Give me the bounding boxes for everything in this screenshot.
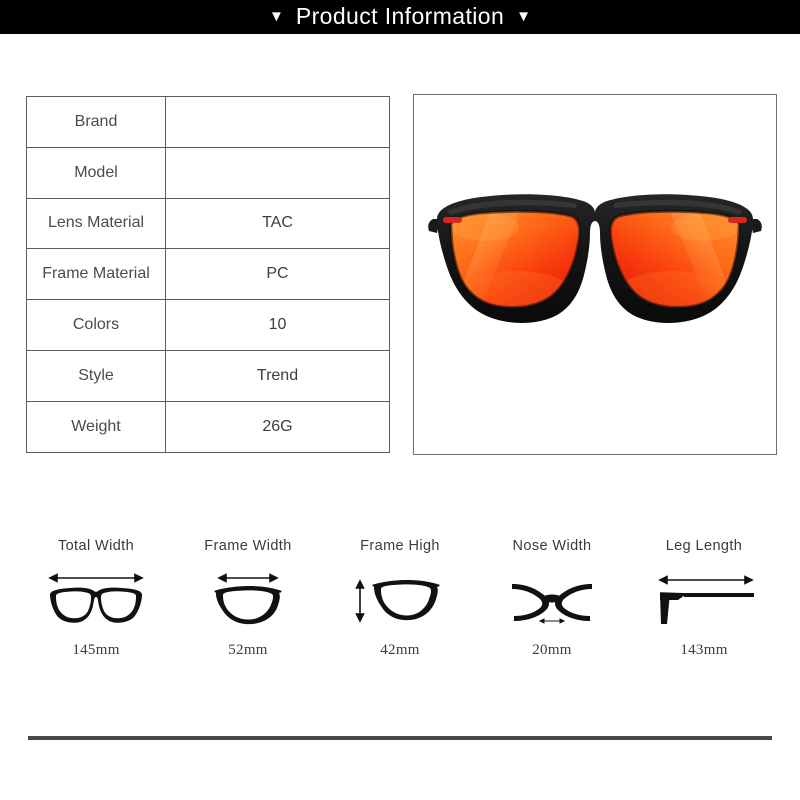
spec-label-brand: Brand — [26, 96, 166, 148]
nose-bridge-icon — [512, 584, 592, 624]
spec-value-model — [165, 146, 390, 199]
sunglasses-image — [428, 193, 762, 323]
header-bar: ▼ Product Information ▼ — [0, 0, 800, 34]
dimension-frame-width: Frame Width 52mm — [172, 538, 324, 659]
bottom-divider — [28, 736, 772, 740]
dimension-nose-width: Nose Width 20mm — [476, 538, 628, 659]
dimension-value: 20mm — [532, 642, 572, 658]
dimension-label: Frame High — [360, 538, 440, 554]
dimensions-row: Total Width 145mm Frame Width 52mm Frame… — [20, 538, 780, 678]
spec-label-weight: Weight — [26, 400, 166, 453]
caret-down-right-icon: ▼ — [516, 7, 532, 25]
dimension-value: 145mm — [72, 642, 120, 658]
dimension-value: 52mm — [228, 642, 268, 658]
table-row: Colors 10 — [26, 299, 390, 351]
table-row: Style Trend — [26, 349, 390, 402]
spec-value-brand — [165, 96, 390, 148]
spec-value-frame-material: PC — [165, 248, 390, 301]
hinge-accent-right-icon — [728, 216, 747, 223]
specification-table-body: Brand Model Lens Material TAC Frame Mate… — [26, 96, 390, 453]
dimension-figure — [40, 568, 152, 630]
specification-table: Brand Model Lens Material TAC Frame Mate… — [26, 96, 390, 453]
single-lens-icon — [214, 573, 282, 625]
spec-value-colors: 10 — [165, 299, 390, 351]
dimension-value: 42mm — [380, 642, 420, 658]
spec-label-colors: Colors — [26, 299, 166, 351]
spec-value-style: Trend — [165, 349, 390, 402]
single-lens-height-icon — [355, 579, 440, 623]
product-photo-frame — [413, 94, 777, 455]
spec-value-lens-material: TAC — [165, 197, 390, 250]
table-row: Model — [26, 146, 390, 199]
spec-label-model: Model — [26, 146, 166, 199]
dimension-figure — [192, 568, 304, 630]
dimension-value: 143mm — [680, 642, 728, 658]
dimension-figure — [344, 568, 456, 630]
spec-label-style: Style — [26, 349, 166, 402]
dimension-label: Nose Width — [512, 538, 592, 554]
dimension-frame-high: Frame High 42mm — [324, 538, 476, 659]
dimension-label: Frame Width — [204, 538, 292, 554]
spec-label-frame-material: Frame Material — [26, 248, 166, 301]
glasses-front-icon — [48, 573, 144, 623]
dimension-figure — [496, 568, 608, 630]
dimension-figure — [648, 568, 760, 630]
hinge-accent-left-icon — [443, 216, 462, 223]
dimension-leg-length: Leg Length 143mm — [628, 538, 780, 659]
dimension-label: Total Width — [57, 538, 135, 554]
temple-arm-icon — [658, 575, 755, 624]
spec-value-weight: 26G — [165, 400, 390, 453]
table-row: Brand — [26, 96, 390, 148]
page-title: Product Information — [295, 2, 505, 29]
caret-down-left-icon: ▼ — [268, 7, 284, 25]
table-row: Lens Material TAC — [26, 197, 390, 250]
spec-label-lens-material: Lens Material — [26, 197, 166, 250]
dimension-total-width: Total Width 145mm — [20, 538, 172, 659]
dimension-label: Leg Length — [665, 538, 743, 554]
table-row: Frame Material PC — [26, 248, 390, 301]
product-photo — [414, 95, 776, 454]
table-row: Weight 26G — [26, 400, 390, 453]
